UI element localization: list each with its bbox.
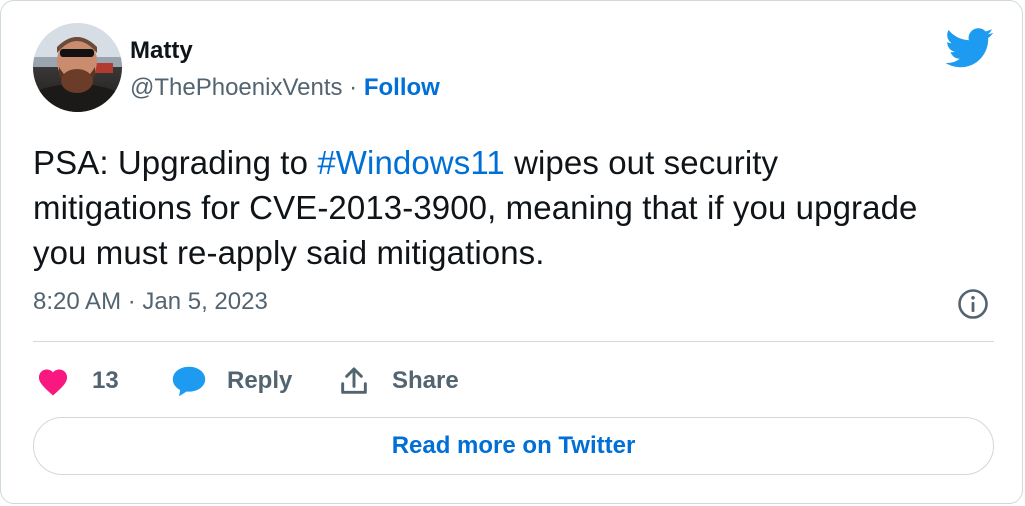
share-label: Share [392, 367, 459, 394]
divider [33, 341, 994, 342]
share-arrow-icon [341, 367, 367, 394]
user-handle[interactable]: @ThePhoenixVents [130, 74, 343, 101]
avatar[interactable] [33, 23, 122, 112]
reply-label: Reply [227, 367, 293, 394]
reply-button[interactable]: Reply [171, 361, 292, 401]
display-name[interactable]: Matty [130, 37, 193, 65]
tweet-text: PSA: Upgrading to #Windows11 wipes out s… [33, 140, 933, 275]
speech-bubble-icon [172, 366, 206, 397]
avatar-photo [33, 23, 122, 112]
separator-dot: · [342, 74, 364, 101]
follow-button[interactable]: Follow [364, 74, 440, 101]
hashtag-link[interactable]: #Windows11 [317, 144, 504, 181]
tweet-text-before: PSA: Upgrading to [33, 144, 318, 181]
like-count: 13 [92, 367, 119, 394]
like-button[interactable]: 13 [36, 361, 119, 401]
read-more-button[interactable]: Read more on Twitter [33, 417, 994, 475]
heart-icon [38, 369, 68, 396]
share-button[interactable]: Share [338, 361, 459, 401]
twitter-bird-icon[interactable] [946, 28, 994, 68]
handle-row: @ThePhoenixVents · Follow [130, 74, 440, 102]
info-icon[interactable] [956, 287, 990, 321]
tweet-timestamp[interactable]: 8:20 AM · Jan 5, 2023 [33, 288, 268, 316]
tweet-card: Matty @ThePhoenixVents · Follow PSA: Upg… [0, 0, 1023, 504]
